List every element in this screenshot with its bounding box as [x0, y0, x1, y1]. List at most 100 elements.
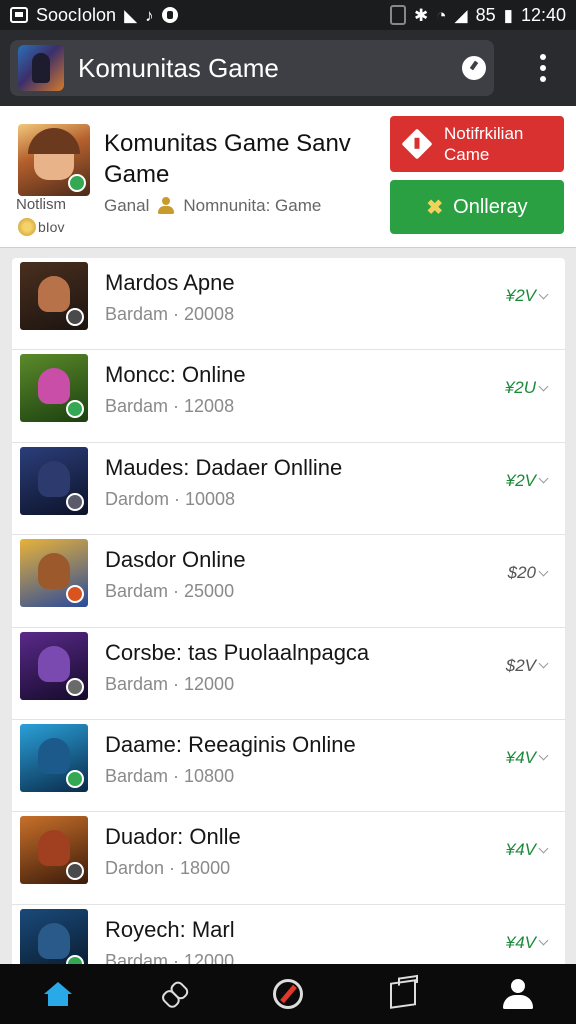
- box-icon: [390, 979, 417, 1009]
- game-list-item[interactable]: Duador: Onlle Dardon · 18000 ¥4V: [12, 812, 565, 905]
- game-status-badge-icon: [66, 769, 84, 788]
- online-play-label: Onlleray: [453, 195, 528, 218]
- game-name: Royech: Marl: [105, 916, 235, 942]
- battery-outline-icon: [389, 5, 406, 25]
- game-name: Dasdor Online: [105, 547, 246, 573]
- online-play-button[interactable]: ✖ Onlleray: [390, 180, 564, 234]
- app-bar-pill[interactable]: Komunitas Game: [10, 40, 494, 96]
- game-status-badge-icon: [66, 400, 84, 419]
- game-price: ¥2V: [505, 470, 536, 490]
- status-right: ✱ ◔ ◢ 85 ▮ 12:40: [389, 4, 566, 26]
- game-character-art: [38, 553, 70, 590]
- game-list-item[interactable]: Moncc: Online Bardam · 12008 ¥2U: [12, 350, 565, 443]
- signal-n-icon: ◣: [124, 5, 138, 25]
- game-character-art: [38, 922, 70, 959]
- game-list-item[interactable]: Corsbe: tas Puolaalnpagca Bardam · 12000 $…: [12, 628, 565, 720]
- game-meta: Dardon · 18000: [105, 858, 231, 879]
- explore-icon[interactable]: [462, 56, 486, 80]
- game-meta: Bardam · 20008: [105, 304, 235, 324]
- game-list-item[interactable]: Dasdor Online Bardam · 25000 $20: [12, 535, 565, 628]
- bluetooth-icon: ✱: [413, 5, 429, 25]
- game-price: ¥4V: [505, 840, 536, 860]
- alert-diamond-icon: [401, 128, 433, 160]
- screenshot-icon: [10, 7, 28, 23]
- game-character-art: [38, 460, 70, 497]
- game-meta: Bardam · 10800: [105, 765, 235, 786]
- game-name: Daame: Reeaginis Online: [105, 731, 356, 757]
- game-meta: Dardom · 10008: [105, 488, 236, 509]
- featured-caption-sub: bIov: [38, 219, 65, 235]
- app-title: Komunitas Game: [78, 52, 279, 83]
- game-price-button[interactable]: ¥4V: [506, 933, 549, 953]
- game-list-item[interactable]: Maudes: Dadaer Onlline Dardom · 10008 ¥2V: [12, 443, 565, 536]
- game-character-art: [38, 368, 70, 405]
- game-thumbnail: [20, 539, 88, 608]
- featured-caption: Notlism: [16, 196, 67, 213]
- game-status-badge-icon: [66, 677, 84, 696]
- game-character-art: [38, 830, 70, 867]
- notification-button[interactable]: Notifrkilian Came: [390, 116, 564, 172]
- nav-home[interactable]: [38, 974, 78, 1014]
- chevron-down-icon: [538, 381, 549, 392]
- game-price: ¥2V: [505, 286, 536, 305]
- kebab-dot: [540, 54, 546, 60]
- chevron-down-icon: [538, 658, 549, 669]
- carrier-label: SoocIolon: [36, 4, 117, 25]
- wifi-icon: ◔: [436, 5, 447, 25]
- featured-meta-left: Ganal: [104, 196, 150, 215]
- chevron-down-icon: [538, 289, 549, 299]
- featured-badge-icon: [68, 174, 86, 192]
- game-list-item[interactable]: Mardos Apne Bardam · 20008 ¥2V: [12, 258, 565, 351]
- status-left: SoocIolon ◣ ♪: [10, 5, 178, 26]
- game-price-button[interactable]: $2V: [505, 655, 549, 676]
- game-name: Moncc: Online: [105, 362, 246, 388]
- link-icon: [156, 977, 190, 1011]
- game-meta: Bardam · 25000: [105, 581, 235, 602]
- game-meta: Bardam · 12000: [105, 673, 235, 694]
- featured-title: Komunitas Game Sanv Game: [104, 130, 351, 188]
- more-options-icon[interactable]: [534, 48, 552, 88]
- featured-meta-right: Nomnunita: Game: [183, 196, 322, 215]
- game-price: $2V: [505, 655, 536, 675]
- cell-signal-icon: ◢: [454, 5, 468, 25]
- nav-links[interactable]: [153, 974, 193, 1014]
- game-status-badge-icon: [66, 492, 84, 511]
- kebab-dot: [540, 65, 546, 71]
- game-character-art: [38, 645, 70, 682]
- game-price-button[interactable]: ¥2V: [505, 286, 549, 306]
- game-character-art: [38, 737, 70, 774]
- app-logo: [18, 45, 64, 91]
- battery-level: 85: [475, 4, 496, 25]
- compass-icon: [272, 979, 303, 1009]
- nav-library[interactable]: [383, 974, 423, 1014]
- chevron-down-icon: [538, 935, 549, 946]
- game-status-badge-icon: [66, 585, 84, 604]
- nav-profile[interactable]: [498, 974, 538, 1014]
- app-screen: SoocIolon ◣ ♪ ✱ ◔ ◢ 85 ▮ 12:40 Komunitas…: [0, 0, 576, 1024]
- nav-explore[interactable]: [268, 974, 308, 1014]
- game-list-item[interactable]: Daame: Reeaginis Online Bardam · 10800 ¥4V: [12, 720, 565, 813]
- featured-game-art[interactable]: [18, 124, 90, 196]
- info-icon: [161, 7, 178, 23]
- game-status-badge-icon: [66, 862, 84, 881]
- person-icon: [157, 197, 175, 215]
- crossed-swords-icon: ✖: [426, 196, 444, 219]
- game-price: ¥2U: [504, 378, 536, 398]
- game-meta: Bardam · 12008: [105, 396, 235, 417]
- game-thumbnail: [20, 631, 88, 700]
- game-price-button[interactable]: ¥2U: [504, 378, 549, 398]
- game-price-button[interactable]: $20: [507, 563, 549, 583]
- game-price-button[interactable]: ¥4V: [506, 748, 549, 768]
- coin-icon: [18, 218, 36, 236]
- game-thumbnail: [20, 262, 88, 330]
- chevron-down-icon: [538, 473, 549, 484]
- game-price-button[interactable]: ¥4V: [505, 840, 549, 860]
- game-status-badge-icon: [66, 308, 84, 326]
- status-bar: SoocIolon ◣ ♪ ✱ ◔ ◢ 85 ▮ 12:40: [0, 0, 576, 30]
- chevron-down-icon: [538, 751, 549, 761]
- game-price: $20: [507, 563, 536, 583]
- game-price-button[interactable]: ¥2V: [505, 470, 549, 491]
- game-character-art: [38, 276, 70, 312]
- game-thumbnail: [20, 446, 88, 515]
- chevron-down-icon: [538, 566, 549, 577]
